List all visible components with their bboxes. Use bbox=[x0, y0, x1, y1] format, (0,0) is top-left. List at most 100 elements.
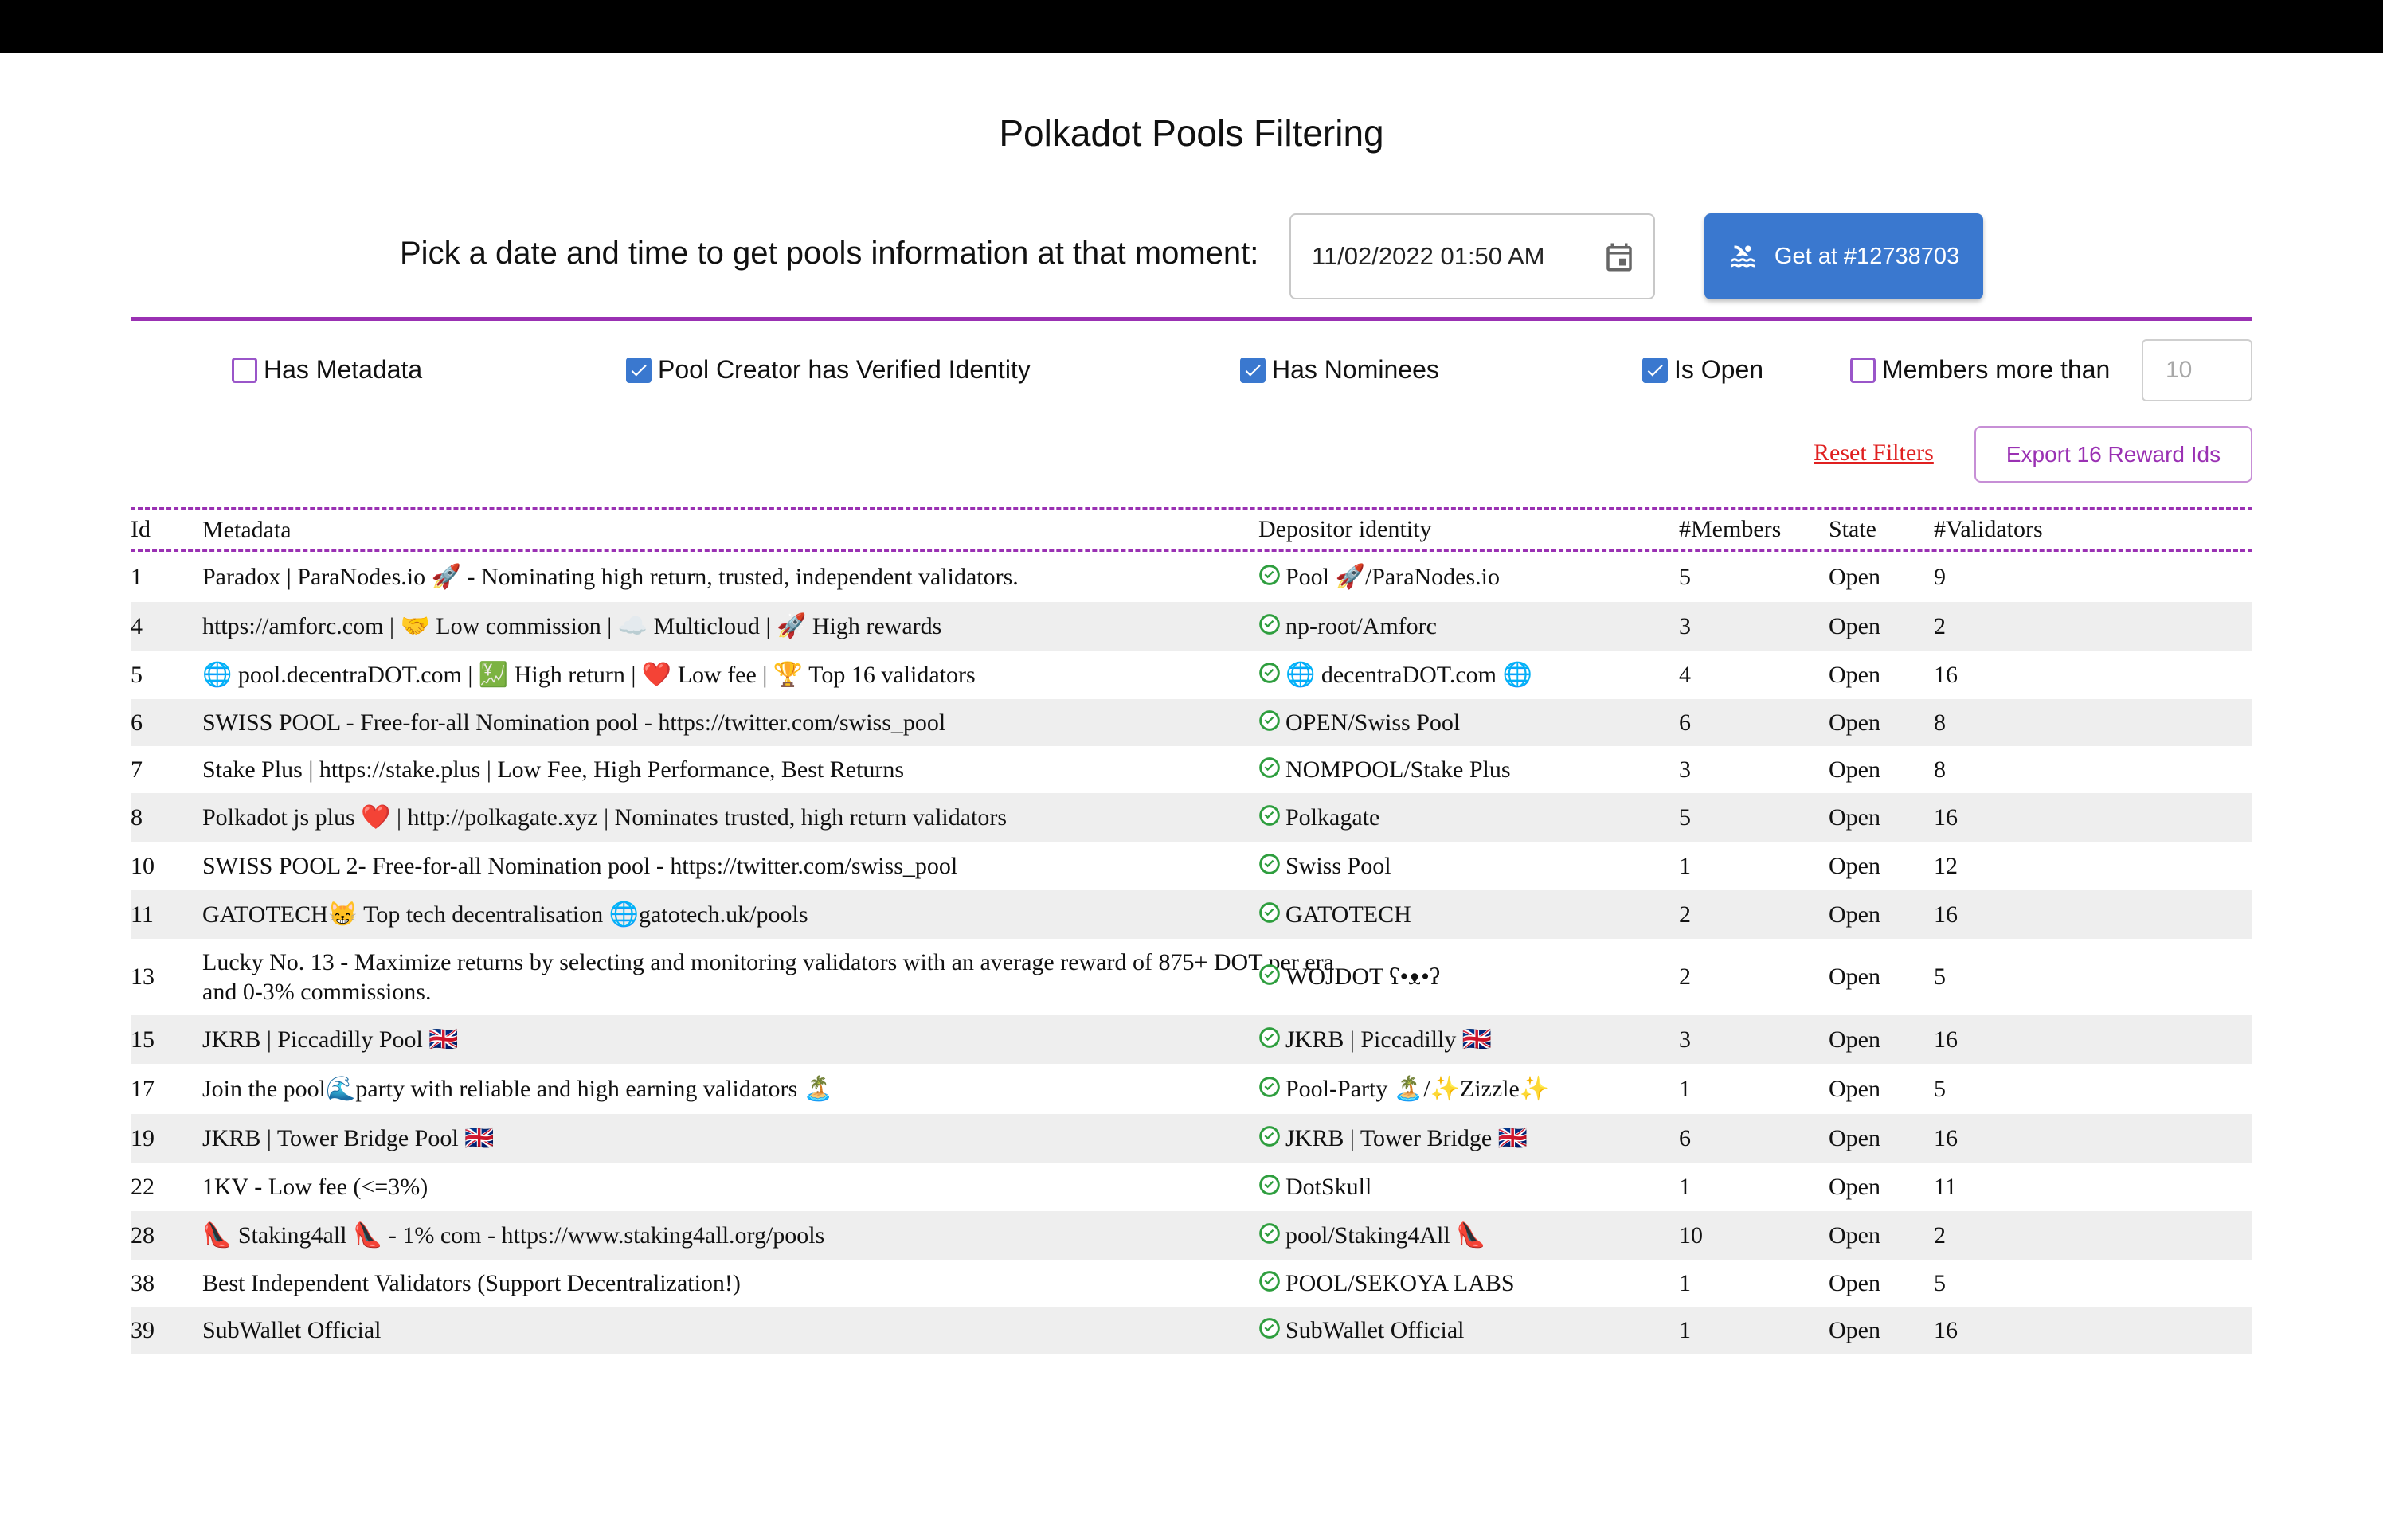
cell-depositor-text: JKRB | Tower Bridge 🇬🇧 bbox=[1285, 1125, 1528, 1151]
verified-check-icon bbox=[1259, 564, 1280, 585]
cell-id: 19 bbox=[131, 1124, 155, 1151]
header-state: State bbox=[1829, 516, 1876, 542]
filter-is-open[interactable]: Is Open bbox=[1642, 355, 1763, 385]
filter-has-metadata-label: Has Metadata bbox=[264, 355, 423, 384]
cell-id: 5 bbox=[131, 661, 143, 688]
date-picker-label: Pick a date and time to get pools inform… bbox=[400, 236, 1259, 271]
get-at-block-button[interactable]: Get at #12738703 bbox=[1704, 213, 1983, 299]
pool-swim-icon bbox=[1730, 245, 1755, 268]
cell-depositor-text: Polkagate bbox=[1285, 803, 1380, 831]
verified-check-icon bbox=[1259, 964, 1280, 985]
cell-state: Open bbox=[1829, 803, 1880, 831]
cell-validators: 5 bbox=[1934, 1075, 1946, 1102]
table-header: Id Metadata Depositor identity #Members … bbox=[131, 507, 2252, 552]
header-validators: #Validators bbox=[1934, 516, 2043, 542]
verified-check-icon bbox=[1259, 853, 1280, 874]
cell-validators: 16 bbox=[1934, 901, 1958, 928]
cell-id: 13 bbox=[131, 963, 155, 990]
cell-metadata-text: Polkadot js plus ❤️ | http://polkagate.x… bbox=[202, 804, 1008, 831]
window-top-bar bbox=[0, 0, 2383, 53]
cell-id: 39 bbox=[131, 1316, 155, 1343]
checkbox-checked[interactable] bbox=[1642, 357, 1668, 383]
cell-depositor-text: GATOTECH bbox=[1285, 901, 1411, 928]
table-body: 1 Paradox | ParaNodes.io 🚀 - Nominating h… bbox=[131, 552, 2252, 1354]
cell-depositor-text: SubWallet Official bbox=[1285, 1316, 1465, 1343]
checkbox-unchecked[interactable] bbox=[232, 357, 257, 383]
cell-state: Open bbox=[1829, 901, 1880, 928]
cell-depositor-text: Pool 🚀/ParaNodes.io bbox=[1285, 564, 1501, 590]
verified-check-icon bbox=[1259, 709, 1280, 731]
reset-filters-link[interactable]: Reset Filters bbox=[1814, 440, 1934, 467]
cell-metadata: Best Independent Validators (Support Dec… bbox=[202, 1260, 1349, 1307]
table-row: 8 Polkadot js plus ❤️ | http://polkagate.… bbox=[131, 793, 2252, 842]
checkbox-checked[interactable] bbox=[626, 357, 652, 383]
cell-metadata: JKRB | Tower Bridge Pool 🇬🇧 bbox=[202, 1114, 1349, 1163]
cell-id: 38 bbox=[131, 1269, 155, 1296]
cell-metadata: GATOTECH😸 Top tech decentralisation 🌐gat… bbox=[202, 890, 1349, 939]
table-row: 19 JKRB | Tower Bridge Pool 🇬🇧 JKRB | Towe… bbox=[131, 1114, 2252, 1163]
checkbox-unchecked[interactable] bbox=[1850, 357, 1876, 383]
cell-metadata-text: https://amforc.com | 🤝 Low commission | … bbox=[202, 613, 942, 639]
table-row: 17 Join the pool🌊party with reliable and … bbox=[131, 1064, 2252, 1114]
cell-metadata-text: 🌐 pool.decentraDOT.com | 💹 High return |… bbox=[202, 662, 976, 688]
cell-validators: 16 bbox=[1934, 661, 1958, 688]
cell-metadata: SWISS POOL - Free-for-all Nomination poo… bbox=[202, 699, 1349, 746]
cell-id: 15 bbox=[131, 1026, 155, 1053]
cell-validators: 2 bbox=[1934, 612, 1946, 639]
cell-validators: 2 bbox=[1934, 1221, 1946, 1249]
cell-members: 1 bbox=[1679, 852, 1691, 879]
pools-table: Id Metadata Depositor identity #Members … bbox=[131, 507, 2252, 1354]
cell-depositor-text: Pool-Party 🏝️/✨Zizzle✨ bbox=[1285, 1076, 1550, 1102]
cell-id: 11 bbox=[131, 901, 154, 928]
filter-has-nominees[interactable]: Has Nominees bbox=[1240, 355, 1439, 385]
table-row: 11 GATOTECH😸 Top tech decentralisation 🌐g… bbox=[131, 890, 2252, 939]
cell-metadata: Join the pool🌊party with reliable and hi… bbox=[202, 1064, 1349, 1114]
verified-check-icon bbox=[1259, 1317, 1280, 1339]
cell-state: Open bbox=[1829, 1026, 1880, 1053]
cell-validators: 11 bbox=[1934, 1173, 1957, 1200]
cell-state: Open bbox=[1829, 1316, 1880, 1343]
cell-depositor: DotSkull bbox=[1258, 1163, 1673, 1211]
cell-members: 3 bbox=[1679, 612, 1691, 639]
export-reward-ids-button[interactable]: Export 16 Reward Ids bbox=[1974, 426, 2252, 483]
cell-state: Open bbox=[1829, 1075, 1880, 1102]
cell-depositor: NOMPOOL/Stake Plus bbox=[1258, 746, 1673, 793]
cell-state: Open bbox=[1829, 563, 1880, 590]
cell-members: 4 bbox=[1679, 661, 1691, 688]
cell-members: 2 bbox=[1679, 901, 1691, 928]
cell-id: 10 bbox=[131, 852, 155, 879]
calendar-icon[interactable] bbox=[1602, 240, 1636, 274]
header-metadata: Metadata bbox=[202, 516, 292, 543]
checkbox-checked[interactable] bbox=[1240, 357, 1266, 383]
cell-state: Open bbox=[1829, 1269, 1880, 1296]
cell-depositor: POOL/SEKOYA LABS bbox=[1258, 1260, 1673, 1307]
cell-metadata-text: SWISS POOL - Free-for-all Nomination poo… bbox=[202, 709, 946, 736]
cell-id: 28 bbox=[131, 1221, 155, 1249]
cell-members: 10 bbox=[1679, 1221, 1703, 1249]
cell-members: 5 bbox=[1679, 563, 1691, 590]
cell-validators: 5 bbox=[1934, 1269, 1946, 1296]
cell-metadata: Paradox | ParaNodes.io 🚀 - Nominating hi… bbox=[202, 552, 1349, 602]
cell-metadata-text: 👠 Staking4all 👠 - 1% com - https://www.s… bbox=[202, 1222, 825, 1249]
cell-metadata-text: Best Independent Validators (Support Dec… bbox=[202, 1270, 741, 1296]
members-threshold-input[interactable]: 10 bbox=[2142, 339, 2252, 401]
filter-has-metadata[interactable]: Has Metadata bbox=[232, 355, 422, 385]
cell-validators: 16 bbox=[1934, 1316, 1958, 1343]
cell-metadata-text: Stake Plus | https://stake.plus | Low Fe… bbox=[202, 756, 905, 783]
cell-metadata: JKRB | Piccadilly Pool 🇬🇧 bbox=[202, 1015, 1349, 1064]
cell-depositor: SubWallet Official bbox=[1258, 1307, 1673, 1354]
cell-metadata: Stake Plus | https://stake.plus | Low Fe… bbox=[202, 746, 1349, 793]
cell-metadata: https://amforc.com | 🤝 Low commission | … bbox=[202, 602, 1349, 651]
cell-metadata-text: JKRB | Tower Bridge Pool 🇬🇧 bbox=[202, 1125, 495, 1151]
filter-is-open-label: Is Open bbox=[1674, 355, 1764, 384]
cell-validators: 12 bbox=[1934, 852, 1958, 879]
verified-check-icon bbox=[1259, 1174, 1280, 1195]
cell-members: 5 bbox=[1679, 803, 1691, 831]
cell-metadata-text: Paradox | ParaNodes.io 🚀 - Nominating hi… bbox=[202, 564, 1019, 590]
date-time-input[interactable]: 11/02/2022 01:50 AM bbox=[1289, 213, 1655, 299]
filter-verified-identity[interactable]: Pool Creator has Verified Identity bbox=[626, 355, 1031, 385]
filter-members-more-than[interactable]: Members more than bbox=[1850, 355, 2110, 385]
cell-validators: 16 bbox=[1934, 803, 1958, 831]
cell-depositor: GATOTECH bbox=[1258, 890, 1673, 939]
cell-state: Open bbox=[1829, 1173, 1880, 1200]
